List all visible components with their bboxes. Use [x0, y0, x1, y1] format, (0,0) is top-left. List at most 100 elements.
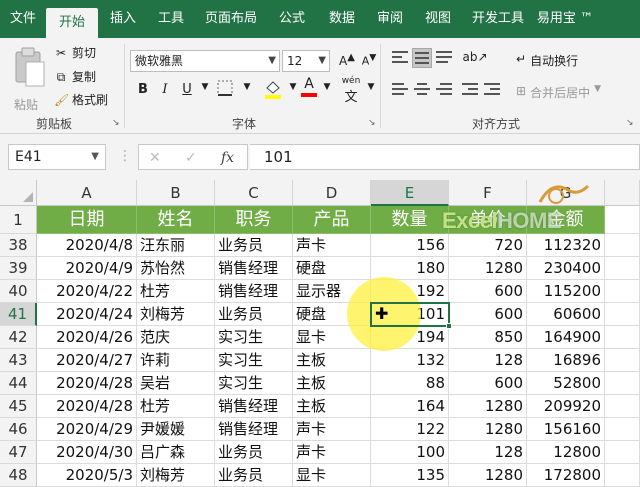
- align-top-icon[interactable]: [390, 48, 410, 68]
- table-cell[interactable]: 业务员: [215, 441, 293, 464]
- align-right-icon[interactable]: [434, 80, 454, 100]
- column-header-c[interactable]: C: [215, 180, 293, 206]
- table-header-cell[interactable]: 日期: [37, 206, 137, 234]
- cut-button[interactable]: ✂ 剪切: [54, 44, 96, 61]
- table-cell[interactable]: 600: [449, 280, 527, 303]
- table-cell[interactable]: 尹媛媛: [137, 418, 215, 441]
- table-cell[interactable]: 硬盘: [293, 257, 371, 280]
- table-header-cell[interactable]: 姓名: [137, 206, 215, 234]
- table-cell[interactable]: 主板: [293, 395, 371, 418]
- table-cell[interactable]: 范庆: [137, 326, 215, 349]
- empty-cell[interactable]: [605, 303, 640, 326]
- row-header[interactable]: 38: [0, 234, 37, 257]
- empty-cell[interactable]: [605, 395, 640, 418]
- table-cell[interactable]: 164: [371, 395, 449, 418]
- table-cell[interactable]: 1280: [449, 395, 527, 418]
- chevron-down-icon[interactable]: ▼: [362, 82, 380, 92]
- table-cell[interactable]: 128: [449, 349, 527, 372]
- row-header[interactable]: 41: [0, 303, 37, 326]
- align-left-icon[interactable]: [390, 80, 410, 100]
- table-cell[interactable]: 声卡: [293, 441, 371, 464]
- font-name-select[interactable]: 微软雅黑 ▼: [130, 50, 280, 72]
- column-header-b[interactable]: B: [137, 180, 215, 206]
- table-cell[interactable]: 88: [371, 372, 449, 395]
- table-header-cell[interactable]: 数量: [371, 206, 449, 234]
- table-cell[interactable]: 600: [449, 372, 527, 395]
- table-cell[interactable]: 2020/4/8: [37, 234, 137, 257]
- orientation-icon[interactable]: ab↗: [460, 50, 490, 64]
- table-cell[interactable]: 2020/4/28: [37, 372, 137, 395]
- table-cell[interactable]: 实习生: [215, 326, 293, 349]
- confirm-icon[interactable]: ✓: [185, 150, 197, 166]
- fill-handle[interactable]: [446, 323, 452, 329]
- table-cell[interactable]: 1280: [449, 257, 527, 280]
- tab-5[interactable]: 公式: [268, 0, 316, 38]
- table-cell[interactable]: 显卡: [293, 464, 371, 487]
- format-painter-button[interactable]: 🖌 格式刷: [54, 91, 108, 108]
- table-cell[interactable]: 实习生: [215, 372, 293, 395]
- row-header[interactable]: 43: [0, 349, 37, 372]
- table-cell[interactable]: 2020/5/3: [37, 464, 137, 487]
- table-cell[interactable]: 主板: [293, 349, 371, 372]
- table-cell[interactable]: 汪东丽: [137, 234, 215, 257]
- empty-cell[interactable]: [605, 257, 640, 280]
- row-header[interactable]: 46: [0, 418, 37, 441]
- table-cell[interactable]: 2020/4/27: [37, 349, 137, 372]
- table-cell[interactable]: 720: [449, 234, 527, 257]
- table-cell[interactable]: 刘梅芳: [137, 464, 215, 487]
- table-cell[interactable]: 128: [449, 441, 527, 464]
- table-cell[interactable]: 业务员: [215, 234, 293, 257]
- table-cell[interactable]: 许莉: [137, 349, 215, 372]
- table-cell[interactable]: 209920: [527, 395, 605, 418]
- clipboard-launcher-icon[interactable]: ↘: [112, 118, 120, 128]
- increase-font-icon[interactable]: A▲: [338, 52, 356, 68]
- table-cell[interactable]: 2020/4/24: [37, 303, 137, 326]
- italic-button[interactable]: I: [156, 82, 174, 97]
- table-cell[interactable]: 115200: [527, 280, 605, 303]
- tab-6[interactable]: 数据: [316, 0, 368, 38]
- table-cell[interactable]: 52800: [527, 372, 605, 395]
- empty-cell[interactable]: [605, 280, 640, 303]
- table-cell[interactable]: 122: [371, 418, 449, 441]
- table-cell[interactable]: 业务员: [215, 303, 293, 326]
- table-cell[interactable]: 刘梅芳: [137, 303, 215, 326]
- increase-indent-icon[interactable]: [482, 80, 502, 100]
- fill-color-icon[interactable]: [262, 78, 284, 104]
- tab-7[interactable]: 审阅: [368, 0, 412, 38]
- table-cell[interactable]: 172800: [527, 464, 605, 487]
- merge-center-button[interactable]: ⊞ 合并后居中 ▼: [516, 84, 601, 101]
- row-header[interactable]: 42: [0, 326, 37, 349]
- table-cell[interactable]: 60600: [527, 303, 605, 326]
- empty-cell[interactable]: [605, 418, 640, 441]
- table-cell[interactable]: 杜芳: [137, 280, 215, 303]
- copy-button[interactable]: ⧉ 复制: [54, 68, 96, 85]
- decrease-font-icon[interactable]: A▼: [360, 52, 378, 68]
- table-cell[interactable]: 苏怡然: [137, 257, 215, 280]
- empty-cell[interactable]: [605, 441, 640, 464]
- formula-input[interactable]: 101: [250, 144, 640, 170]
- tab-10[interactable]: 易用宝 ™: [532, 0, 598, 38]
- underline-button[interactable]: U: [178, 82, 196, 97]
- empty-cell[interactable]: [605, 326, 640, 349]
- alignment-launcher-icon[interactable]: ↘: [626, 118, 634, 128]
- row-header[interactable]: 48: [0, 464, 37, 487]
- table-cell[interactable]: 156160: [527, 418, 605, 441]
- table-header-cell[interactable]: 产品: [293, 206, 371, 234]
- row-header[interactable]: 1: [0, 206, 37, 234]
- table-cell[interactable]: 135: [371, 464, 449, 487]
- tab-1[interactable]: 开始: [46, 8, 98, 38]
- table-cell[interactable]: 156: [371, 234, 449, 257]
- insert-function-icon[interactable]: fx: [221, 150, 234, 166]
- table-header-cell[interactable]: 职务: [215, 206, 293, 234]
- column-header-d[interactable]: D: [293, 180, 371, 206]
- column-header-a[interactable]: A: [37, 180, 137, 206]
- tab-3[interactable]: 工具: [148, 0, 194, 38]
- table-cell[interactable]: 实习生: [215, 349, 293, 372]
- font-color-icon[interactable]: A: [298, 76, 320, 97]
- align-middle-icon[interactable]: [412, 48, 432, 68]
- table-cell[interactable]: 1280: [449, 464, 527, 487]
- table-cell[interactable]: 112320: [527, 234, 605, 257]
- tab-9[interactable]: 开发工具: [464, 0, 532, 38]
- row-header[interactable]: 40: [0, 280, 37, 303]
- tab-0[interactable]: 文件: [0, 0, 46, 38]
